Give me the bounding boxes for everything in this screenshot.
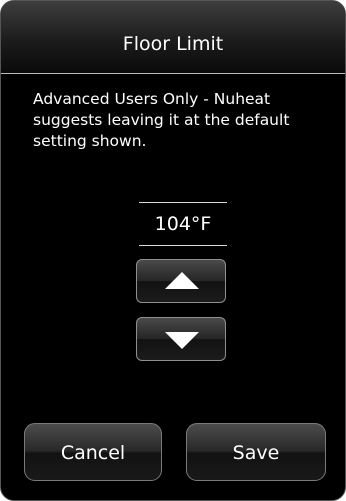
- advisory-text: Advanced Users Only - Nuheat suggests le…: [33, 90, 290, 150]
- cancel-button[interactable]: Cancel: [24, 423, 162, 481]
- header-bar: Floor Limit: [1, 1, 345, 74]
- triangle-up-icon: [165, 272, 199, 289]
- triangle-down-icon: [165, 332, 199, 349]
- page-title: Floor Limit: [122, 33, 224, 55]
- floor-limit-value: 104°F: [139, 202, 227, 246]
- decrease-button[interactable]: [136, 317, 226, 361]
- thermostat-screen: Floor Limit Advanced Users Only - Nuheat…: [0, 0, 346, 501]
- increase-button[interactable]: [136, 259, 226, 303]
- save-button[interactable]: Save: [186, 423, 326, 481]
